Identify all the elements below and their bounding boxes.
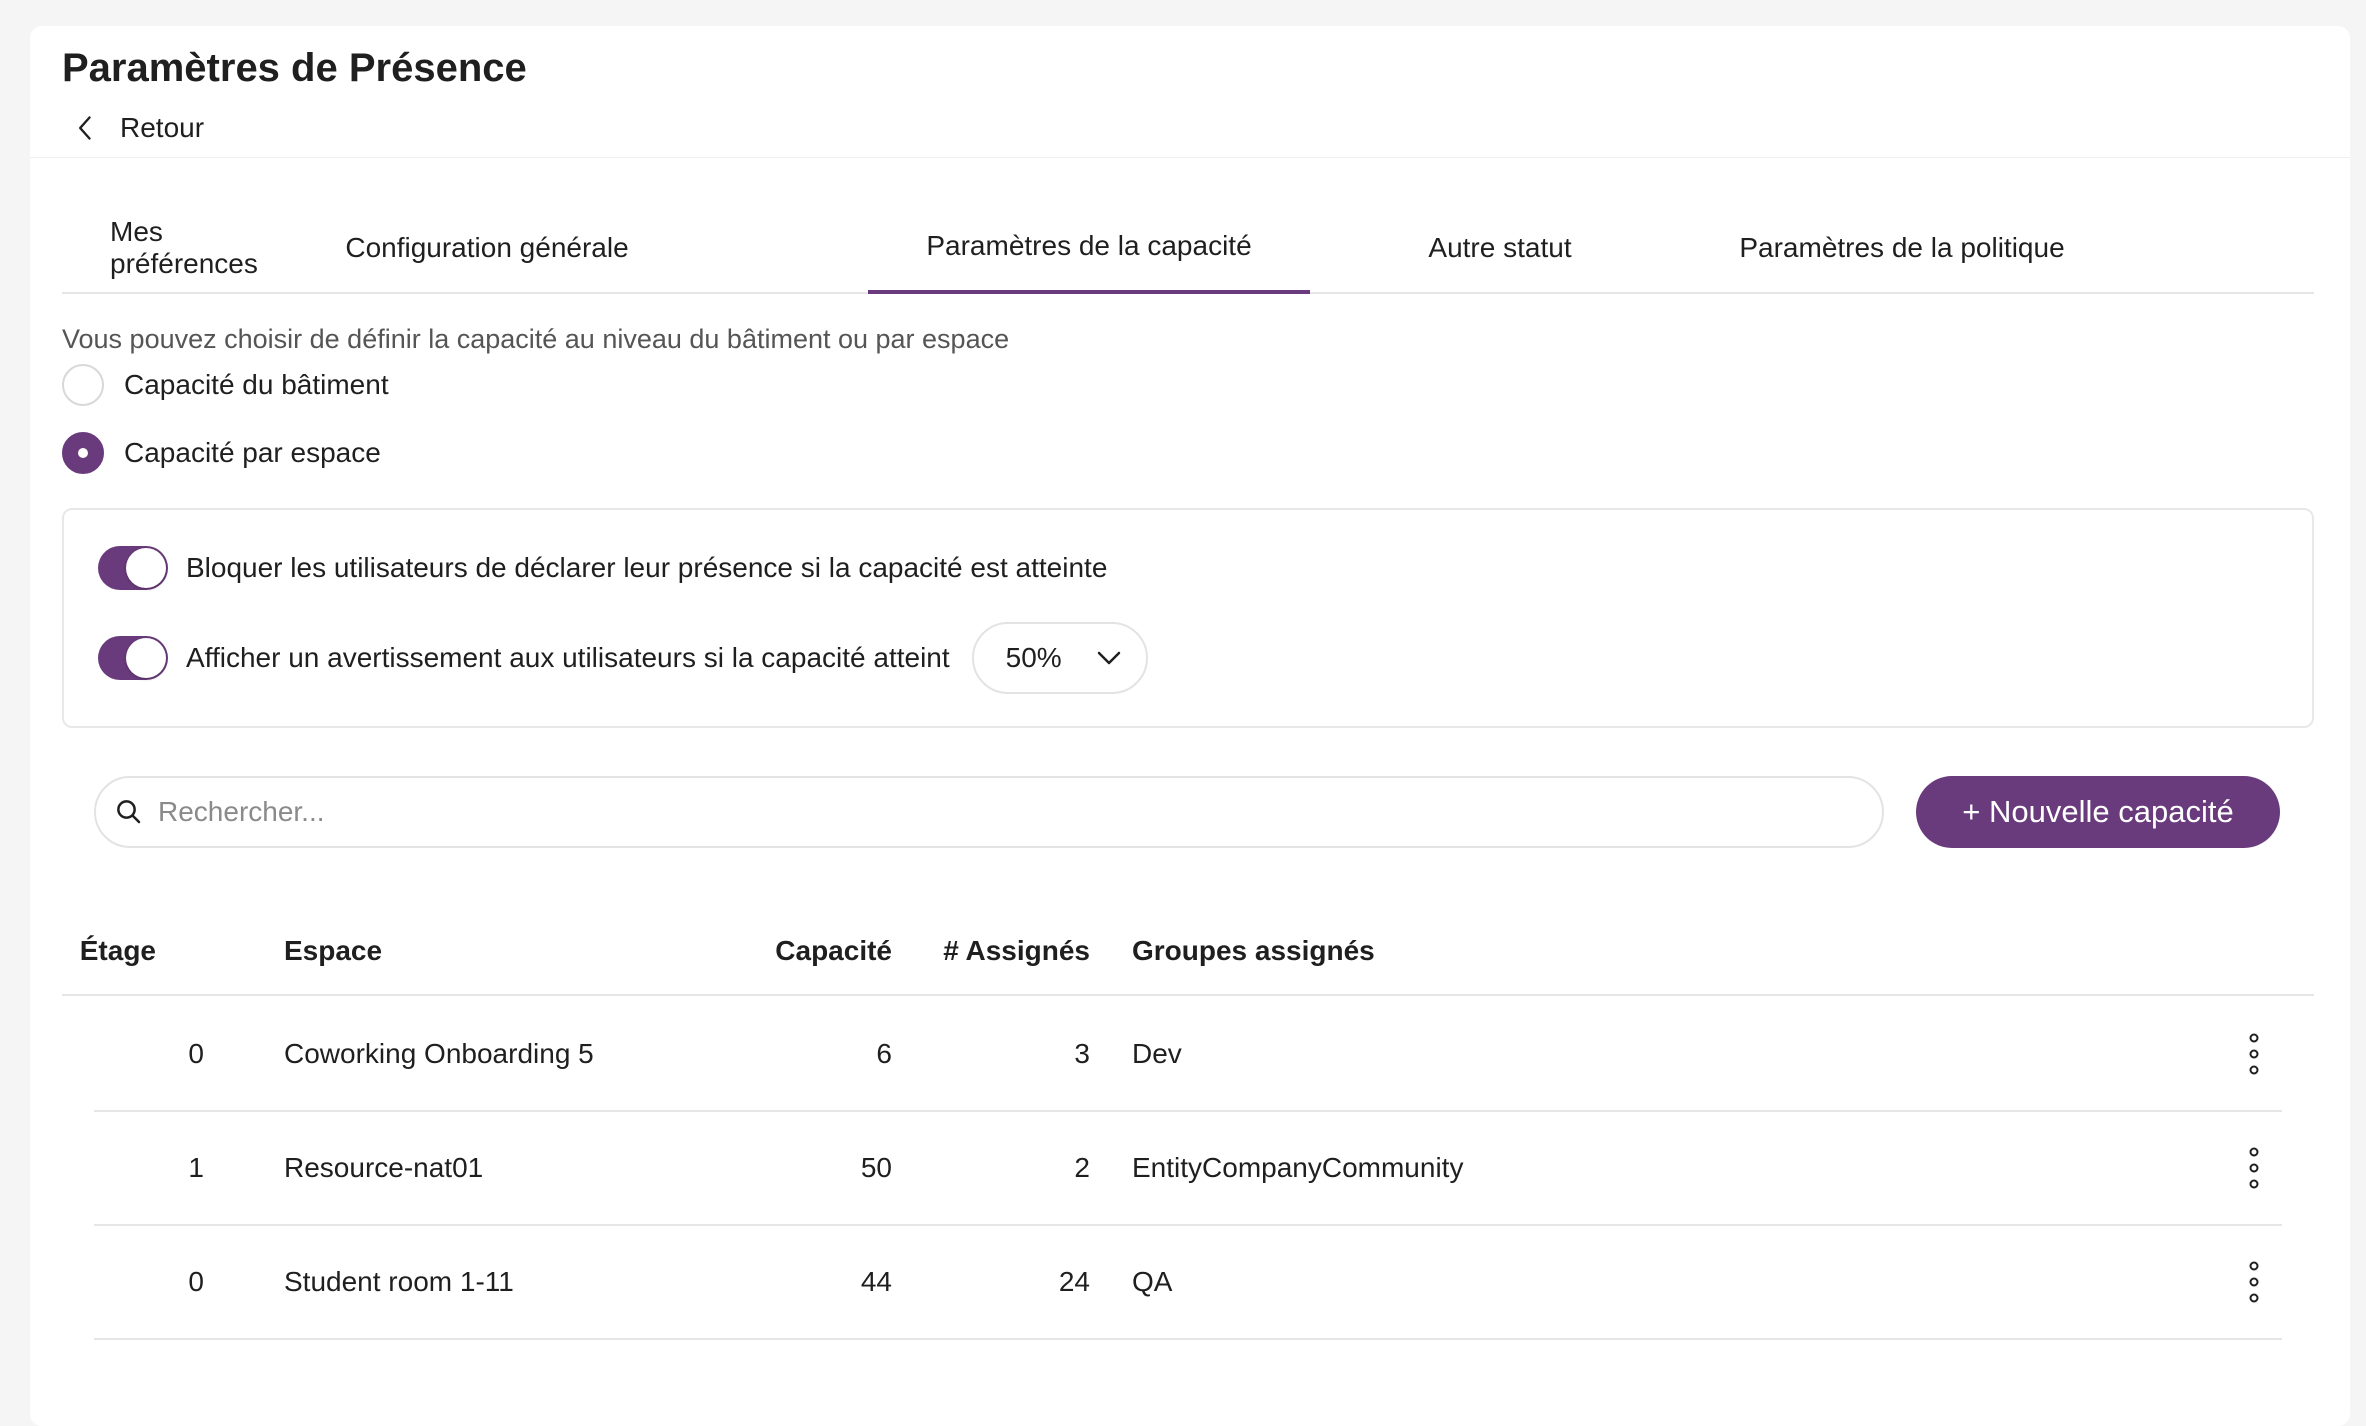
tab-policy-settings[interactable]: Paramètres de la politique — [1702, 202, 2102, 294]
row-more-button[interactable] — [2226, 1026, 2282, 1082]
radio-building-capacity[interactable]: Capacité du bâtiment — [62, 364, 389, 406]
threshold-value: 50% — [1005, 642, 1062, 673]
warning-toggle[interactable] — [98, 636, 168, 680]
cell-capacity: 6 — [876, 1038, 892, 1069]
cell-capacity: 50 — [860, 1152, 892, 1183]
header-assigned[interactable]: # Assignés — [922, 906, 1090, 996]
tab-capacity-settings[interactable]: Paramètres de la capacité — [868, 202, 1310, 294]
cell-capacity: 44 — [860, 1266, 892, 1297]
search-input[interactable] — [158, 796, 1858, 828]
row-more-button[interactable] — [2226, 1140, 2282, 1196]
radio-label: Capacité du bâtiment — [124, 369, 389, 400]
cell-groups: QA — [1132, 1266, 1173, 1297]
table-row[interactable]: 0 Coworking Onboarding 5 6 3 Dev — [94, 998, 2282, 1112]
cell-space: Coworking Onboarding 5 — [284, 1038, 594, 1069]
cell-assigned: 24 — [1058, 1266, 1090, 1297]
cell-assigned: 3 — [1074, 1038, 1090, 1069]
cell-groups: Dev — [1132, 1038, 1182, 1069]
header-groups[interactable]: Groupes assignés — [1132, 906, 1375, 996]
table-row[interactable]: 0 Student room 1-11 44 24 QA — [94, 1226, 2282, 1340]
cell-groups: EntityCompanyCommunity — [1132, 1152, 1464, 1183]
new-capacity-button[interactable]: + Nouvelle capacité — [1916, 776, 2280, 848]
header-capacity[interactable]: Capacité — [762, 906, 892, 996]
search-icon — [117, 800, 141, 824]
capacity-options-box: Bloquer les utilisateurs de déclarer leu… — [62, 508, 2314, 728]
block-users-option: Bloquer les utilisateurs de déclarer leu… — [98, 546, 1107, 590]
table-row[interactable]: 1 Resource-nat01 50 2 EntityCompanyCommu… — [94, 1112, 2282, 1226]
warning-option: Afficher un avertissement aux utilisateu… — [98, 622, 1148, 694]
table-header: Étage Espace Capacité # Assignés Groupes… — [62, 906, 2314, 996]
block-users-toggle[interactable] — [98, 546, 168, 590]
cell-floor: 0 — [188, 1038, 204, 1069]
radio-button[interactable] — [62, 364, 104, 406]
more-vertical-icon — [2249, 1147, 2259, 1189]
chevron-down-icon — [1097, 651, 1120, 665]
tab-my-preferences[interactable]: Mes préférences — [110, 202, 280, 294]
warning-label: Afficher un avertissement aux utilisateu… — [186, 642, 950, 673]
radio-label: Capacité par espace — [124, 437, 381, 468]
warning-threshold-select[interactable]: 50% — [971, 622, 1148, 694]
chevron-left-icon — [79, 116, 91, 140]
cell-space: Resource-nat01 — [284, 1152, 484, 1183]
tab-general-configuration[interactable]: Configuration générale — [322, 202, 652, 294]
row-more-button[interactable] — [2226, 1254, 2282, 1310]
cell-assigned: 2 — [1074, 1152, 1090, 1183]
cell-floor: 1 — [188, 1152, 204, 1183]
radio-space-capacity[interactable]: Capacité par espace — [62, 432, 381, 474]
more-vertical-icon — [2249, 1033, 2259, 1075]
back-label: Retour — [120, 112, 205, 143]
radio-button-checked[interactable] — [62, 432, 104, 474]
tab-bar: Mes préférences Configuration générale P… — [62, 202, 2314, 294]
cell-floor: 0 — [188, 1266, 204, 1297]
cell-space: Student room 1-11 — [284, 1266, 514, 1297]
header-space[interactable]: Espace — [284, 906, 382, 996]
block-users-label: Bloquer les utilisateurs de déclarer leu… — [186, 552, 1108, 583]
search-box — [94, 776, 1884, 848]
settings-card: Paramètres de Présence Retour Mes préfér… — [30, 26, 2350, 1426]
back-link[interactable]: Retour — [72, 106, 204, 150]
header-floor[interactable]: Étage — [80, 906, 156, 996]
more-vertical-icon — [2249, 1261, 2259, 1303]
tab-other-status[interactable]: Autre statut — [1400, 202, 1600, 294]
capacity-intro-text: Vous pouvez choisir de définir la capaci… — [62, 324, 1010, 354]
page-title: Paramètres de Présence — [62, 46, 527, 90]
